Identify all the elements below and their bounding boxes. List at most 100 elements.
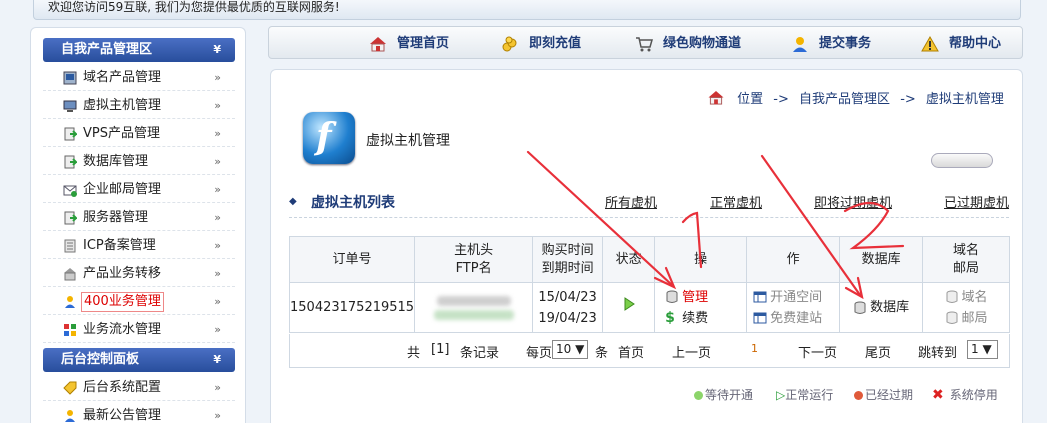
col-db: 数据库 [839, 236, 924, 283]
database-small-icon [666, 290, 678, 303]
sidebar-item-mail[interactable]: 企业邮局管理 » [43, 177, 235, 203]
chevron-right-icon: » [214, 323, 221, 336]
col-op-a: 操 [654, 236, 748, 283]
dollar-icon: $ [665, 310, 675, 326]
host-logo-icon: f [303, 112, 355, 164]
page-title: 虚拟主机管理 [366, 133, 450, 149]
play-icon: ▷ [776, 388, 786, 402]
last-page-link[interactable]: 尾页 [865, 342, 891, 361]
collapse-icon: ¥ [213, 353, 221, 366]
database-link[interactable]: 数据库 [840, 297, 922, 318]
filter-expiring[interactable]: 即将过期虚机 [814, 192, 892, 211]
table-icon [753, 291, 767, 303]
user-icon [65, 296, 75, 308]
jump-page-select[interactable]: 1 ▼ [967, 340, 998, 359]
free-site-link[interactable]: 免费建站 [753, 308, 839, 329]
home-icon [708, 90, 724, 105]
col-status: 状态 [602, 236, 656, 283]
breadcrumb-products[interactable]: 自我产品管理区 [799, 92, 890, 107]
vps-icon [64, 127, 77, 141]
sidebar-item-vps[interactable]: VPS产品管理 » [43, 121, 235, 147]
sidebar-item-400[interactable]: 400业务管理 » [43, 289, 235, 315]
user-icon [65, 410, 75, 422]
sidebar-section-products[interactable]: 自我产品管理区 ¥ [43, 38, 235, 62]
main-panel: 位置 -> 自我产品管理区 -> 虚拟主机管理 f 虚拟主机管理 ◆ 虚拟主机列… [270, 69, 1023, 423]
order-id: 150423175219515 [288, 282, 416, 333]
renew-link[interactable]: $ 续费 [665, 308, 746, 329]
chevron-right-icon: » [214, 409, 221, 422]
breadcrumb-host[interactable]: 虚拟主机管理 [926, 92, 1004, 107]
current-page: 1 [751, 342, 758, 355]
domain-mail-cell: 域名 邮局 [922, 282, 1010, 333]
op-cell-b: 开通空间 免费建站 [746, 282, 841, 333]
grid-icon [64, 324, 76, 336]
filter-normal[interactable]: 正常虚机 [710, 192, 762, 211]
manage-link[interactable]: 管理 [665, 287, 746, 308]
database-small-icon [946, 290, 958, 303]
sidebar-item-server[interactable]: 服务器管理 » [43, 205, 235, 231]
icp-icon [64, 239, 76, 253]
legend-expired: 已经过期 [854, 386, 913, 403]
dates-cell: 15/04/23 19/04/23 [532, 282, 604, 333]
running-status-icon [624, 297, 635, 311]
open-space-link[interactable]: 开通空间 [753, 287, 839, 308]
sidebar-item-domain[interactable]: 域名产品管理 » [43, 65, 235, 91]
collapse-icon: ¥ [213, 43, 221, 56]
op-cell-a: 管理 $ 续费 [654, 282, 748, 333]
legend-running: ▷正常运行 [776, 388, 834, 402]
per-page-select[interactable]: 10 ▼ [552, 340, 588, 359]
blurred-ftp [433, 309, 514, 320]
sidebar-item-transfer[interactable]: 产品业务转移 » [43, 261, 235, 287]
chevron-right-icon: » [214, 267, 221, 280]
sidebar-item-icp[interactable]: ICP备案管理 » [43, 233, 235, 259]
legend-stopped: ✖ 系统停用 [932, 387, 998, 403]
database-small-icon [946, 311, 958, 324]
database-small-icon [854, 301, 866, 314]
chevron-right-icon: » [214, 211, 221, 224]
col-order: 订单号 [288, 236, 416, 283]
server-icon [64, 211, 77, 225]
chevron-right-icon: » [214, 381, 221, 394]
decorative-pill [931, 153, 993, 168]
sidebar-item-notice[interactable]: 最新公告管理 » [43, 403, 235, 423]
status-cell [602, 282, 656, 333]
tag-icon [63, 381, 77, 395]
sidebar-item-config[interactable]: 后台系统配置 » [43, 375, 235, 401]
col-host: 主机头 FTP名 [414, 236, 534, 283]
database-icon [64, 155, 77, 169]
pagination: 共 [1] 条记录 每页 10 ▼ 条 首页 上一页 1 下一页 尾页 跳转到 … [289, 334, 1010, 368]
total-count: [1] [431, 342, 450, 357]
sidebar-section-control[interactable]: 后台控制面板 ¥ [43, 348, 235, 372]
first-page-link[interactable]: 首页 [618, 342, 644, 361]
sidebar-item-flow[interactable]: 业务流水管理 » [43, 317, 235, 343]
waiting-dot-icon [694, 391, 703, 400]
sidebar-item-host[interactable]: 虚拟主机管理 » [43, 93, 235, 119]
blurred-hostname [436, 295, 511, 306]
host-table: 订单号 主机头 FTP名 购买时间 到期时间 状态 操 作 数据库 域名 邮局 150… [288, 236, 1010, 333]
filter-expired[interactable]: 已过期虚机 [944, 192, 1009, 211]
chevron-right-icon: » [214, 239, 221, 252]
filter-all[interactable]: 所有虚机 [605, 192, 657, 211]
top-nav: 管理首页 即刻充值 绿色购物通道 提交事务 帮助中心 [268, 26, 1023, 59]
legend-waiting: 等待开通 [694, 386, 753, 403]
next-page-link[interactable]: 下一页 [798, 342, 837, 361]
transfer-icon [64, 268, 76, 281]
table-header-row: 订单号 主机头 FTP名 购买时间 到期时间 状态 操 作 数据库 域名 邮局 [288, 236, 1010, 283]
total-label-suf: 条记录 [460, 346, 500, 361]
x-icon: ✖ [932, 387, 944, 403]
col-domain: 域名 邮局 [922, 236, 1010, 283]
prev-page-link[interactable]: 上一页 [672, 342, 711, 361]
db-cell: 数据库 [839, 282, 924, 333]
breadcrumb-position: 位置 [737, 92, 764, 107]
chevron-right-icon: » [214, 295, 221, 308]
chevron-right-icon: » [214, 155, 221, 168]
chevron-right-icon: » [214, 127, 221, 140]
host-cell [414, 282, 534, 333]
cart-icon [636, 37, 653, 52]
breadcrumb-sep: -> [773, 92, 789, 107]
list-title: 虚拟主机列表 [311, 195, 395, 211]
domain-link[interactable]: 域名 [923, 287, 1009, 308]
mail-link[interactable]: 邮局 [923, 308, 1009, 329]
sidebar-item-database[interactable]: 数据库管理 » [43, 149, 235, 175]
expired-dot-icon [854, 391, 863, 400]
